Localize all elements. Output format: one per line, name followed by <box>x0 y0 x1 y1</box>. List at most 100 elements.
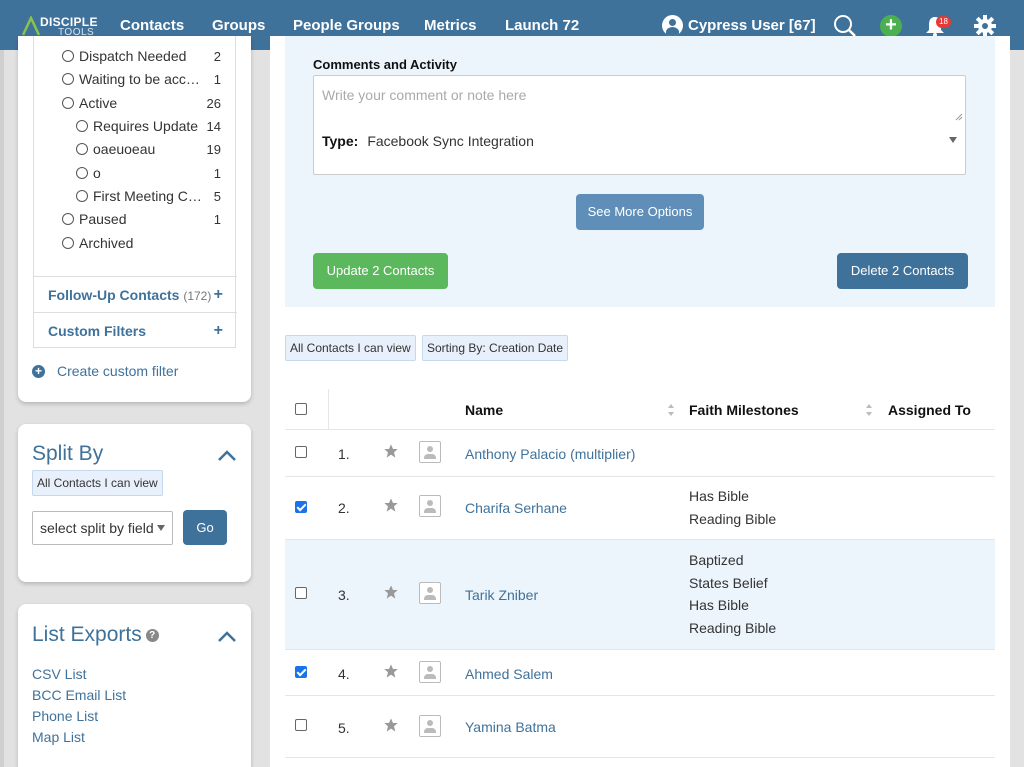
search-icon[interactable] <box>833 14 857 38</box>
settings-gear-icon[interactable] <box>973 14 997 38</box>
table-row[interactable]: 1. Anthony Palacio (multiplier) <box>285 430 995 477</box>
row-checkbox[interactable] <box>295 501 307 513</box>
filter-count: 1 <box>213 72 221 87</box>
radio-button[interactable] <box>62 237 74 249</box>
contact-name-link[interactable]: Yamina Batma <box>465 719 556 735</box>
row-number: 1. <box>338 446 350 462</box>
milestone-item: Baptized <box>689 552 744 568</box>
help-icon[interactable]: ? <box>145 628 159 642</box>
split-by-title: Split By <box>32 442 104 465</box>
sort-icon[interactable] <box>667 403 675 417</box>
nav-metrics[interactable]: Metrics <box>424 17 477 34</box>
filters-panel: Dispatch Needed 2 Waiting to be accep… 1… <box>18 36 251 402</box>
faith-milestones-column-header[interactable]: Faith Milestones <box>689 402 799 418</box>
favorite-star-icon[interactable] <box>383 443 399 459</box>
row-checkbox[interactable] <box>295 446 307 458</box>
user-name: Cypress User [67] <box>688 17 816 34</box>
radio-button[interactable] <box>76 167 88 179</box>
filter-count: 1 <box>213 212 221 227</box>
contact-name-link[interactable]: Anthony Palacio (multiplier) <box>465 446 635 462</box>
table-row[interactable]: 4. Ahmed Salem <box>285 650 995 696</box>
update-contacts-button[interactable]: Update 2 Contacts <box>313 253 448 289</box>
nav-contacts[interactable]: Contacts <box>120 17 184 34</box>
filter-requires-update[interactable]: Requires Update <box>76 118 206 134</box>
sorting-chip[interactable]: Sorting By: Creation Date <box>422 335 569 361</box>
comments-activity-label: Comments and Activity <box>313 57 457 72</box>
phone-list-link[interactable]: Phone List <box>32 708 98 724</box>
faith-milestones-cell: Baptized States Belief Has Bible Reading… <box>689 549 776 639</box>
nav-people-groups[interactable]: People Groups <box>293 17 400 34</box>
map-list-link[interactable]: Map List <box>32 729 85 745</box>
filter-paused[interactable]: Paused <box>62 211 202 227</box>
expand-plus-icon[interactable]: + <box>214 286 223 304</box>
contact-name-link[interactable]: Tarik Zniber <box>465 587 538 603</box>
see-more-options-button[interactable]: See More Options <box>576 194 704 230</box>
filter-count: 14 <box>206 119 221 134</box>
table-row[interactable]: 2. Charifa Serhane Has Bible Reading Bib… <box>285 477 995 540</box>
favorite-star-icon[interactable] <box>383 663 399 679</box>
row-checkbox[interactable] <box>295 587 307 599</box>
row-checkbox[interactable] <box>295 719 307 731</box>
assigned-to-column-header[interactable]: Assigned To <box>888 402 971 418</box>
table-row[interactable]: 3. Tarik Zniber Baptized States Belief H… <box>285 540 995 650</box>
filter-label: Waiting to be accep… <box>79 71 202 87</box>
filter-o[interactable]: o <box>76 165 206 181</box>
sort-icon[interactable] <box>865 403 873 417</box>
add-new-icon[interactable]: + <box>880 15 902 37</box>
row-checkbox[interactable] <box>295 666 307 678</box>
user-menu[interactable]: Cypress User [67] <box>662 15 816 36</box>
table-header: Name Faith Milestones Assigned To <box>285 389 995 430</box>
favorite-star-icon[interactable] <box>383 717 399 733</box>
dropdown-arrow-icon <box>157 525 165 531</box>
contact-name-link[interactable]: Charifa Serhane <box>465 500 567 516</box>
radio-button[interactable] <box>62 50 74 62</box>
filter-first-meeting-complete[interactable]: First Meeting Co… <box>76 188 206 204</box>
split-by-panel: Split By All Contacts I can view select … <box>18 424 251 582</box>
comment-input[interactable]: Write your comment or note here <box>322 87 526 103</box>
go-button[interactable]: Go <box>183 510 227 545</box>
filter-label: oaeuoeau <box>93 141 156 157</box>
favorite-star-icon[interactable] <box>383 584 399 600</box>
radio-button[interactable] <box>62 213 74 225</box>
milestone-item: Reading Bible <box>689 619 777 636</box>
delete-contacts-button[interactable]: Delete 2 Contacts <box>837 253 968 289</box>
filter-waiting-to-be-accepted[interactable]: Waiting to be accep… <box>62 71 202 87</box>
table-row[interactable]: 5. Yamina Batma <box>285 696 995 758</box>
csv-list-link[interactable]: CSV List <box>32 666 86 682</box>
expand-plus-icon[interactable]: + <box>214 322 223 340</box>
notification-count-badge: 18 <box>936 16 951 28</box>
nav-groups[interactable]: Groups <box>212 17 265 34</box>
nav-launch-72[interactable]: Launch 72 <box>505 17 579 34</box>
favorite-star-icon[interactable] <box>383 497 399 513</box>
radio-button[interactable] <box>76 120 88 132</box>
column-divider <box>328 389 329 430</box>
logo-mark-icon <box>22 16 40 36</box>
radio-button[interactable] <box>76 190 88 202</box>
create-custom-filter-link[interactable]: + Create custom filter <box>32 363 178 379</box>
filter-label: Requires Update <box>93 118 199 134</box>
filter-dispatch-needed[interactable]: Dispatch Needed <box>62 48 202 64</box>
chevron-up-icon[interactable] <box>217 629 237 643</box>
milestone-item: States Belief <box>689 574 768 591</box>
filter-oaeuoeau[interactable]: oaeuoeau <box>76 141 206 157</box>
resize-grip-icon[interactable] <box>955 113 963 121</box>
follow-up-contacts-section[interactable]: Follow-Up Contacts (172) + <box>34 276 237 312</box>
chevron-up-icon[interactable] <box>217 448 237 462</box>
filter-label: o <box>93 165 101 181</box>
bcc-email-list-link[interactable]: BCC Email List <box>32 687 126 703</box>
filter-archived[interactable]: Archived <box>62 235 202 251</box>
radio-button[interactable] <box>62 97 74 109</box>
contact-avatar-icon <box>419 661 441 683</box>
radio-button[interactable] <box>62 73 74 85</box>
custom-filters-section[interactable]: Custom Filters + <box>34 312 237 348</box>
comment-type-select[interactable]: Type: Facebook Sync Integration <box>322 133 534 149</box>
contact-name-link[interactable]: Ahmed Salem <box>465 666 553 682</box>
contact-avatar-icon <box>419 441 441 463</box>
radio-button[interactable] <box>76 143 88 155</box>
comment-box: Write your comment or note here Type: Fac… <box>313 75 966 175</box>
contact-avatar-icon <box>419 495 441 517</box>
select-all-checkbox[interactable] <box>295 403 307 415</box>
filter-active[interactable]: Active <box>62 95 202 111</box>
name-column-header[interactable]: Name <box>465 402 503 418</box>
split-by-field-select[interactable]: select split by field <box>32 511 173 545</box>
